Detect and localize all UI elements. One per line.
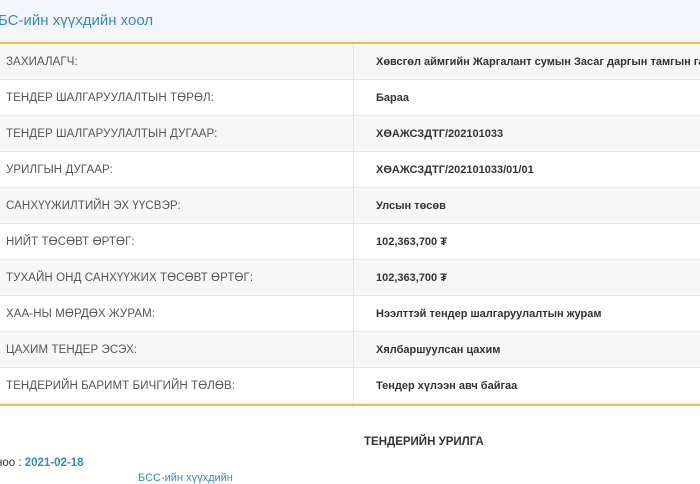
table-row: ТЕНДЕР ШАЛГАРУУЛАЛТЫН ДУГААР: ХӨАЖСЗДТГ/…: [0, 116, 700, 152]
row-value: Хялбаршуулсан цахим: [354, 332, 700, 368]
divider-bottom: [0, 404, 700, 406]
tender-info-table: ЗАХИАЛАГЧ: Хөвсгөл аймгийн Жаргалант сум…: [0, 44, 700, 404]
row-label: ТУХАЙН ОНД САНХҮҮЖИХ ТӨСӨВТ ӨРТӨГ:: [0, 260, 354, 296]
row-value: ХӨАЖСЗДТГ/202101033/01/01: [354, 152, 700, 188]
row-value: Тендер хүлээн авч байгаа: [354, 368, 700, 404]
row-value: 102,363,700 ₮: [354, 260, 700, 296]
row-label: УРИЛГЫН ДУГААР:: [0, 152, 354, 188]
table-row: УРИЛГЫН ДУГААР: ХӨАЖСЗДТГ/202101033/01/0…: [0, 152, 700, 188]
row-value: Нээлттэй тендер шалгаруулалтын журам: [354, 296, 700, 332]
row-value: 102,363,700 ₮: [354, 224, 700, 260]
table-row: ТЕНДЕРИЙН БАРИМТ БИЧГИЙН ТӨЛӨВ: Тендер х…: [0, 368, 700, 404]
table-row: ТЕНДЕР ШАЛГАРУУЛАЛТЫН ТӨРӨЛ: Бараа: [0, 80, 700, 116]
page-header: БС-ийн хүүхдийн хоол: [0, 0, 700, 43]
date-label: ноо :: [0, 457, 25, 469]
table-row: ТУХАЙН ОНД САНХҮҮЖИХ ТӨСӨВТ ӨРТӨГ: 102,3…: [0, 260, 700, 296]
row-label: ХАА-НЫ МӨРДӨХ ЖУРАМ:: [0, 296, 354, 332]
invitation-date: ноо : 2021-02-18: [0, 457, 84, 469]
row-value: Улсын төсөв: [354, 188, 700, 224]
table-row: ЦАХИМ ТЕНДЕР ЭСЭХ: Хялбаршуулсан цахим: [0, 332, 700, 368]
row-label: НИЙТ ТӨСӨВТ ӨРТӨГ:: [0, 224, 354, 260]
row-label: ТЕНДЕРИЙН БАРИМТ БИЧГИЙН ТӨЛӨВ:: [0, 368, 354, 404]
invitation-link[interactable]: БСС-ийн хүүхдийн: [138, 472, 233, 484]
table-row: ХАА-НЫ МӨРДӨХ ЖУРАМ: Нээлттэй тендер шал…: [0, 296, 700, 332]
table-row: ЗАХИАЛАГЧ: Хөвсгөл аймгийн Жаргалант сум…: [0, 44, 700, 80]
row-label: ТЕНДЕР ШАЛГАРУУЛАЛТЫН ТӨРӨЛ:: [0, 80, 354, 116]
row-value: ХӨАЖСЗДТГ/202101033: [354, 116, 700, 152]
page-title: БС-ийн хүүхдийн хоол: [0, 12, 153, 29]
date-value: 2021-02-18: [25, 457, 84, 469]
row-label: ЦАХИМ ТЕНДЕР ЭСЭХ:: [0, 332, 354, 368]
table-row: НИЙТ ТӨСӨВТ ӨРТӨГ: 102,363,700 ₮: [0, 224, 700, 260]
invitation-title: ТЕНДЕРИЙН УРИЛГА: [364, 436, 484, 448]
row-label: ЗАХИАЛАГЧ:: [0, 44, 354, 80]
row-value: Хөвсгөл аймгийн Жаргалант сумын Засаг да…: [354, 44, 700, 80]
row-label: САНХҮҮЖИЛТИЙН ЭХ ҮҮСВЭР:: [0, 188, 354, 224]
row-value: Бараа: [354, 80, 700, 116]
table-row: САНХҮҮЖИЛТИЙН ЭХ ҮҮСВЭР: Улсын төсөв: [0, 188, 700, 224]
row-label: ТЕНДЕР ШАЛГАРУУЛАЛТЫН ДУГААР:: [0, 116, 354, 152]
